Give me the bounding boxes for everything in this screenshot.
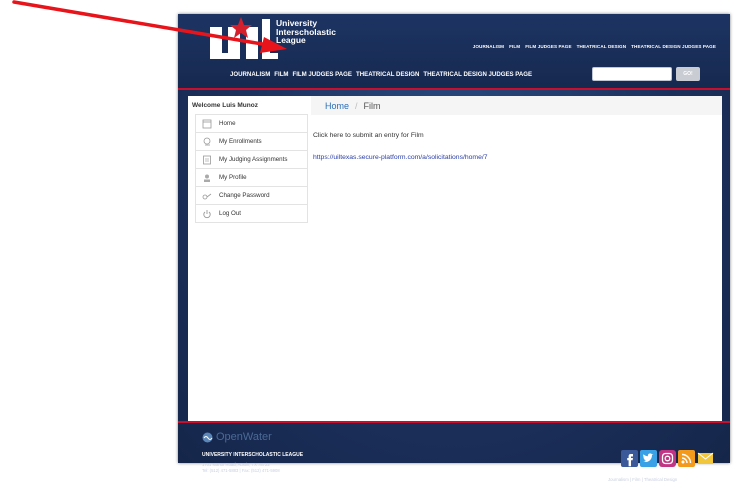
email-icon[interactable] [696, 450, 714, 467]
key-icon [202, 191, 212, 201]
header-divider [178, 88, 730, 90]
breadcrumb-current: Film [363, 100, 381, 111]
footer-divider [178, 421, 730, 423]
top-nav-film-judges[interactable]: FILM JUDGES PAGE [525, 44, 571, 49]
openwater-logo[interactable]: OpenWater [202, 431, 272, 443]
sidebar-item-change-password[interactable]: Change Password [196, 186, 307, 204]
instagram-icon[interactable] [658, 450, 676, 467]
sidebar-item-label: My Profile [219, 174, 247, 181]
power-icon [202, 209, 212, 219]
submit-entry-link[interactable]: https://uiltexas.secure-platform.com/a/s… [313, 154, 488, 161]
sidebar-item-enrollments[interactable]: My Enrollments [196, 132, 307, 150]
sidebar-item-label: My Enrollments [219, 138, 262, 145]
sidebar-item-logout[interactable]: Log Out [196, 204, 307, 222]
sidebar-item-profile[interactable]: My Profile [196, 168, 307, 186]
top-nav-journalism[interactable]: JOURNALISM [473, 44, 504, 49]
rss-icon[interactable] [677, 450, 695, 467]
sidebar-item-label: Log Out [219, 210, 242, 217]
sidebar-menu: Home My Enrollments My Judging Assignmen… [195, 114, 308, 223]
sidebar-item-label: Change Password [219, 192, 270, 199]
main-nav-theatrical-design[interactable]: THEATRICAL DESIGN [356, 71, 419, 78]
top-nav-theatrical-design-judges[interactable]: THEATRICAL DESIGN JUDGES PAGE [631, 44, 716, 49]
breadcrumb-separator: / [355, 100, 358, 111]
social-links [620, 450, 714, 467]
search-input[interactable] [592, 67, 672, 81]
top-nav-film[interactable]: FILM [509, 44, 520, 49]
profile-icon [202, 173, 212, 183]
main-nav-journalism[interactable]: JOURNALISM [230, 71, 270, 78]
judging-icon [202, 155, 212, 165]
enrollments-icon [202, 137, 212, 147]
twitter-icon[interactable] [639, 450, 657, 467]
main-nav-film-judges[interactable]: FILM JUDGES PAGE [293, 71, 352, 78]
content-panel: Welcome Luis Munoz Home My Enrollments M… [188, 96, 722, 421]
footer-links[interactable]: Journalism | Film | Theatrical Design [608, 477, 677, 482]
go-button[interactable]: GO! [676, 67, 700, 81]
submit-entry-text[interactable]: Click here to submit an entry for Film [313, 132, 424, 139]
breadcrumb: Home / Film [311, 96, 722, 115]
sidebar-item-label: My Judging Assignments [219, 156, 288, 163]
top-nav: JOURNALISM FILM FILM JUDGES PAGE THEATRI… [473, 44, 716, 49]
main-nav-theatrical-design-judges[interactable]: THEATRICAL DESIGN JUDGES PAGE [423, 71, 532, 78]
welcome-text: Welcome Luis Munoz [192, 102, 258, 109]
sidebar-item-judging[interactable]: My Judging Assignments [196, 150, 307, 168]
openwater-label: OpenWater [216, 431, 272, 443]
main-nav-film[interactable]: FILM [274, 71, 288, 78]
sidebar-item-label: Home [219, 120, 236, 127]
footer-org-name: UNIVERSITY INTERSCHOLASTIC LEAGUE [202, 452, 304, 458]
footer-address: 1701 Manor Road, Austin, TX 78722 Tel: (… [202, 462, 280, 473]
main-nav: JOURNALISM FILM FILM JUDGES PAGE THEATRI… [230, 71, 532, 78]
logo-org-name: University Interscholastic League [276, 18, 336, 45]
openwater-icon [202, 432, 213, 442]
sidebar-item-home[interactable]: Home [196, 114, 307, 132]
home-icon [202, 119, 212, 129]
top-nav-theatrical-design[interactable]: THEATRICAL DESIGN [577, 44, 627, 49]
breadcrumb-home[interactable]: Home [325, 101, 349, 111]
facebook-icon[interactable] [620, 450, 638, 467]
uil-logo[interactable] [208, 17, 280, 63]
